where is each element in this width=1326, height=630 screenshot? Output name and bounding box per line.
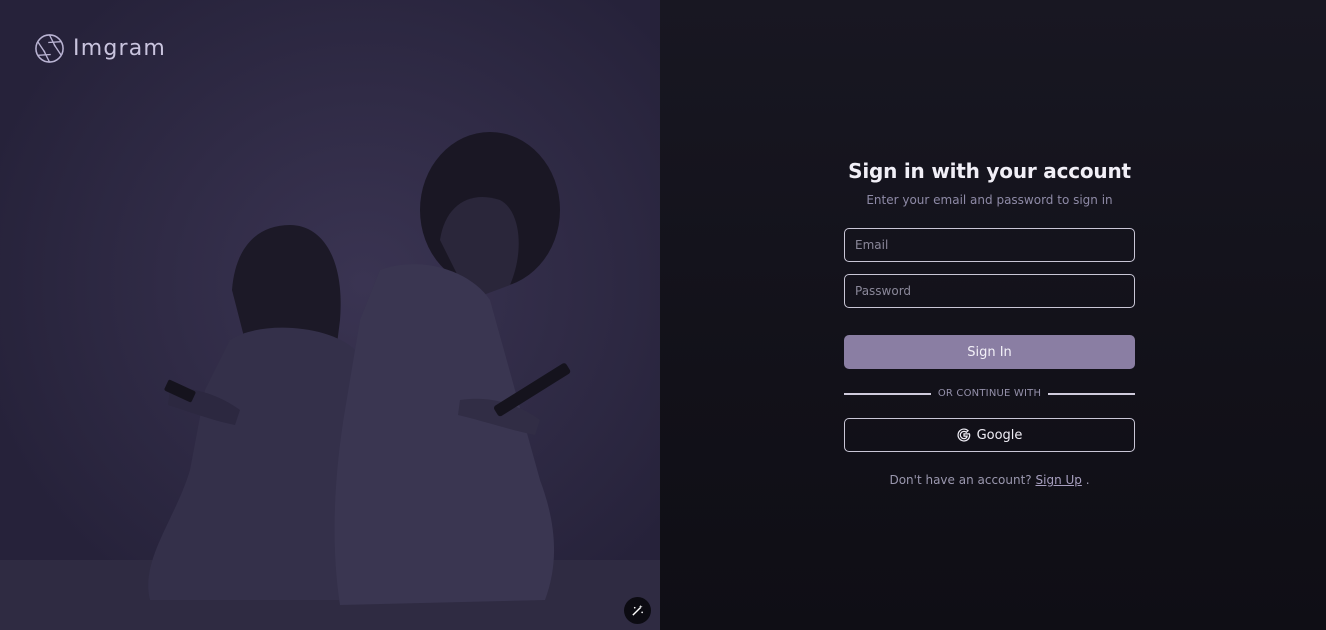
brand-name: Imgram — [73, 36, 167, 61]
signup-prompt: Don't have an account? Sign Up . — [844, 473, 1135, 487]
sign-in-button[interactable]: Sign In — [844, 335, 1135, 369]
google-icon — [957, 428, 970, 442]
magic-wand-button[interactable] — [624, 597, 651, 624]
signup-prompt-text: Don't have an account? — [889, 473, 1032, 487]
aperture-icon — [35, 34, 64, 63]
divider-line-left — [844, 392, 931, 395]
email-field[interactable] — [844, 228, 1135, 262]
password-field[interactable] — [844, 274, 1135, 308]
sign-up-link[interactable]: Sign Up — [1036, 473, 1082, 487]
brand-logo[interactable]: Imgram — [34, 33, 166, 64]
divider-label: OR CONTINUE WITH — [937, 388, 1042, 399]
magic-wand-icon — [632, 604, 643, 616]
signin-form: Sign in with your account Enter your ema… — [844, 155, 1136, 487]
google-label: Google — [976, 427, 1023, 443]
divider: OR CONTINUE WITH — [844, 388, 1136, 399]
divider-line-right — [1048, 392, 1136, 395]
signin-title: Sign in with your account — [848, 159, 1131, 183]
signup-suffix: . — [1085, 473, 1090, 487]
hero-panel: Imgram — [0, 0, 660, 630]
hero-photo — [0, 0, 660, 630]
signin-subtitle: Enter your email and password to sign in — [866, 193, 1113, 207]
google-signin-button[interactable]: Google — [844, 418, 1135, 452]
sign-in-label: Sign In — [967, 344, 1012, 360]
